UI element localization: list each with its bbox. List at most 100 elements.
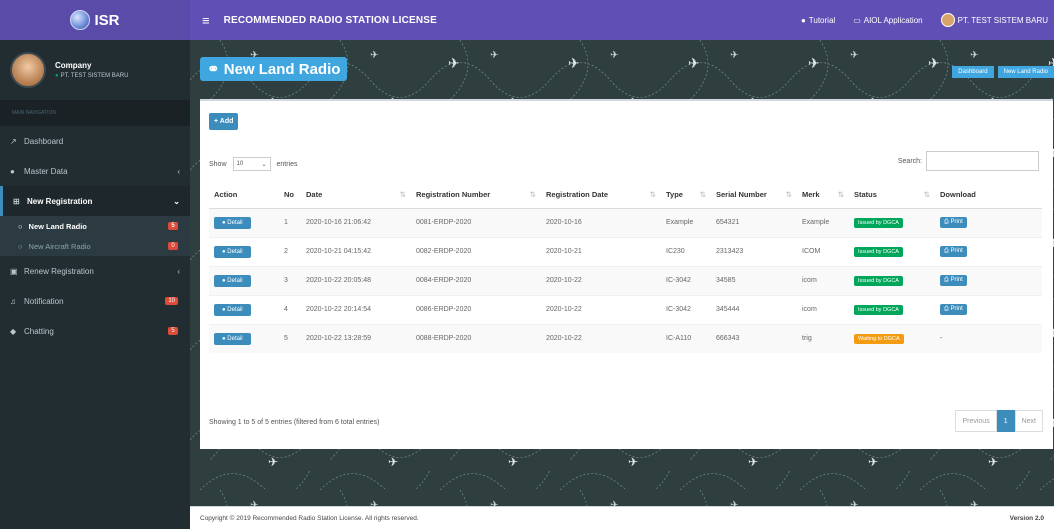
- version-text: Version 2.0: [1009, 514, 1044, 522]
- page-1-button[interactable]: 1: [996, 410, 1015, 432]
- column-header[interactable]: Registration Number ⇅: [411, 182, 541, 209]
- status-badge: Waiting to DGCA: [854, 333, 904, 344]
- sidebar-subitem-new-land-radio[interactable]: ○ New Land Radio 5: [0, 216, 190, 236]
- table-cell: ● Detail: [209, 265, 279, 295]
- user-menu[interactable]: PT. TEST SISTEM BARU: [940, 13, 1048, 27]
- print-label: Print: [950, 219, 963, 225]
- table-cell: 345444: [711, 294, 797, 324]
- table-cell: 2020-10-21 04:15:42: [301, 236, 411, 266]
- cell-reg-no: 0082-ERDP-2020: [416, 248, 472, 255]
- count-badge: 10: [165, 297, 178, 305]
- menu-toggle-icon[interactable]: ≡: [202, 13, 210, 28]
- sidebar-item-notification[interactable]: ♫ Notification 10: [0, 286, 190, 316]
- user-panel: Company PT. TEST SISTEM BARU: [0, 40, 190, 100]
- sidebar-submenu: ○ New Land Radio 5 ○ New Aircraft Radio …: [0, 216, 190, 256]
- cell-type: IC230: [666, 248, 685, 255]
- print-button[interactable]: ⎙ Print: [940, 217, 967, 228]
- add-button[interactable]: + Add: [209, 113, 239, 130]
- registration-table: Action No Date ⇅ Registration Number ⇅ Reg…: [209, 182, 1042, 353]
- copyright-text: Copyright © 2019 Recommended Radio Stati…: [200, 514, 419, 522]
- sidebar-item-label: New Registration: [27, 196, 93, 206]
- detail-button[interactable]: ● Detail: [214, 216, 251, 229]
- sitemap-icon: ⊞: [13, 196, 20, 206]
- count-badge: 5: [168, 327, 178, 335]
- table-cell: Example: [797, 207, 849, 237]
- cell-type: IC-3042: [666, 306, 691, 313]
- search-label: Search:: [897, 157, 922, 165]
- table-cell: 4: [279, 294, 301, 324]
- bell-icon: ♫: [10, 296, 16, 306]
- cell-reg-no: 0084-ERDP-2020: [416, 277, 472, 284]
- cell-type: IC-3042: [666, 277, 691, 284]
- print-button[interactable]: ⎙ Print: [940, 246, 967, 257]
- edit-icon: ▣: [10, 266, 18, 276]
- table-row: ● Detail 4 2020-10-22 20:14:54 0086-ERDP-20…: [209, 294, 1042, 324]
- cell-serial: 345444: [716, 306, 740, 313]
- column-header[interactable]: No: [279, 182, 301, 209]
- chart-line-icon: ↗: [10, 136, 17, 146]
- sidebar-item-dashboard[interactable]: ↗ Dashboard: [0, 126, 190, 156]
- sidebar-subitem-label: New Land Radio: [28, 221, 87, 231]
- table-cell: 1: [279, 207, 301, 237]
- table-cell: 654321: [711, 207, 797, 237]
- table-cell: 2020-10-22: [541, 294, 661, 324]
- column-header[interactable]: Registration Date ⇅: [541, 182, 661, 209]
- sidebar-item-label: Renew Registration: [24, 266, 94, 276]
- print-button[interactable]: ⎙ Print: [940, 304, 967, 315]
- cell-no: 4: [284, 306, 288, 313]
- cell-date: 2020-10-22 20:14:54: [306, 306, 371, 313]
- table-row: ● Detail 3 2020-10-22 20:05:48 0084-ERDP-20…: [209, 265, 1042, 295]
- aiol-link[interactable]: ▭ AIOL Application: [853, 16, 922, 25]
- prev-page-button[interactable]: Previous: [955, 410, 997, 432]
- cell-date: 2020-10-22 13:28:59: [306, 335, 371, 343]
- column-header[interactable]: Type ⇅: [661, 182, 711, 209]
- table-cell: icom: [797, 294, 849, 324]
- cell-date: 2020-10-21 04:15:42: [306, 248, 371, 255]
- breadcrumb-dashboard[interactable]: Dashboard: [952, 66, 994, 78]
- breadcrumb-current[interactable]: New Land Radio: [997, 66, 1054, 78]
- entries-select[interactable]: 10 ⌄: [232, 157, 271, 171]
- table-header-row: Action No Date ⇅ Registration Number ⇅ Reg…: [209, 182, 1042, 209]
- column-header[interactable]: Action: [209, 182, 279, 209]
- column-header[interactable]: Serial Number ⇅: [711, 182, 797, 209]
- sort-icon: ⇅: [923, 190, 930, 200]
- sidebar-subitem-new-aircraft-radio[interactable]: ○ New Aircraft Radio 0: [0, 236, 190, 256]
- count-badge: 0: [168, 242, 178, 250]
- monitor-icon: ▭: [853, 15, 861, 25]
- table-cell: 2: [279, 236, 301, 266]
- status-badge: Issued by DGCA: [854, 275, 903, 286]
- next-page-button[interactable]: Next: [1014, 410, 1043, 432]
- sidebar-item-renew-registration[interactable]: ▣ Renew Registration ‹: [0, 256, 190, 286]
- detail-button[interactable]: ● Detail: [214, 274, 251, 287]
- database-icon: ●: [10, 166, 15, 176]
- entries-length-control: Show 10 ⌄ entries: [209, 157, 298, 171]
- table-cell: ● Detail: [209, 294, 279, 324]
- footer: Copyright © 2019 Recommended Radio Stati…: [190, 506, 1054, 529]
- info-icon: ●: [800, 15, 806, 25]
- detail-button[interactable]: ● Detail: [214, 303, 251, 316]
- cell-serial: 666343: [716, 335, 740, 343]
- table-row: ● Detail 1 2020-10-16 21:06:42 0081-ERDP-20…: [209, 207, 1042, 237]
- search-input[interactable]: [926, 151, 1039, 171]
- logo-text: ISR: [94, 11, 120, 29]
- cell-no: 3: [284, 277, 288, 284]
- sidebar-item-new-registration[interactable]: ⊞ New Registration ⌄: [0, 186, 190, 216]
- column-header[interactable]: Download: [935, 182, 1042, 209]
- print-button[interactable]: ⎙ Print: [940, 275, 967, 286]
- table-cell: 0081-ERDP-2020: [411, 207, 541, 237]
- detail-button[interactable]: ● Detail: [214, 332, 251, 345]
- sort-icon: ⇅: [785, 190, 792, 200]
- cell-reg-date: 2020-10-22: [546, 277, 582, 284]
- tutorial-link[interactable]: ● Tutorial: [801, 16, 835, 25]
- table-cell: 2020-10-16 21:06:42: [301, 207, 411, 237]
- column-header[interactable]: Merk ⇅: [797, 182, 849, 209]
- app-logo[interactable]: ISR: [0, 0, 190, 40]
- column-header[interactable]: Status ⇅: [849, 182, 935, 209]
- detail-button[interactable]: ● Detail: [214, 245, 251, 258]
- detail-label: Detail: [227, 277, 243, 284]
- sidebar-item-master-data[interactable]: ● Master Data ‹: [0, 156, 190, 186]
- column-header[interactable]: Date ⇅: [301, 182, 411, 209]
- entries-select-value: 10: [236, 161, 244, 167]
- sidebar-item-chatting[interactable]: ◆ Chatting 5: [0, 316, 190, 346]
- user-name: Company: [55, 61, 92, 70]
